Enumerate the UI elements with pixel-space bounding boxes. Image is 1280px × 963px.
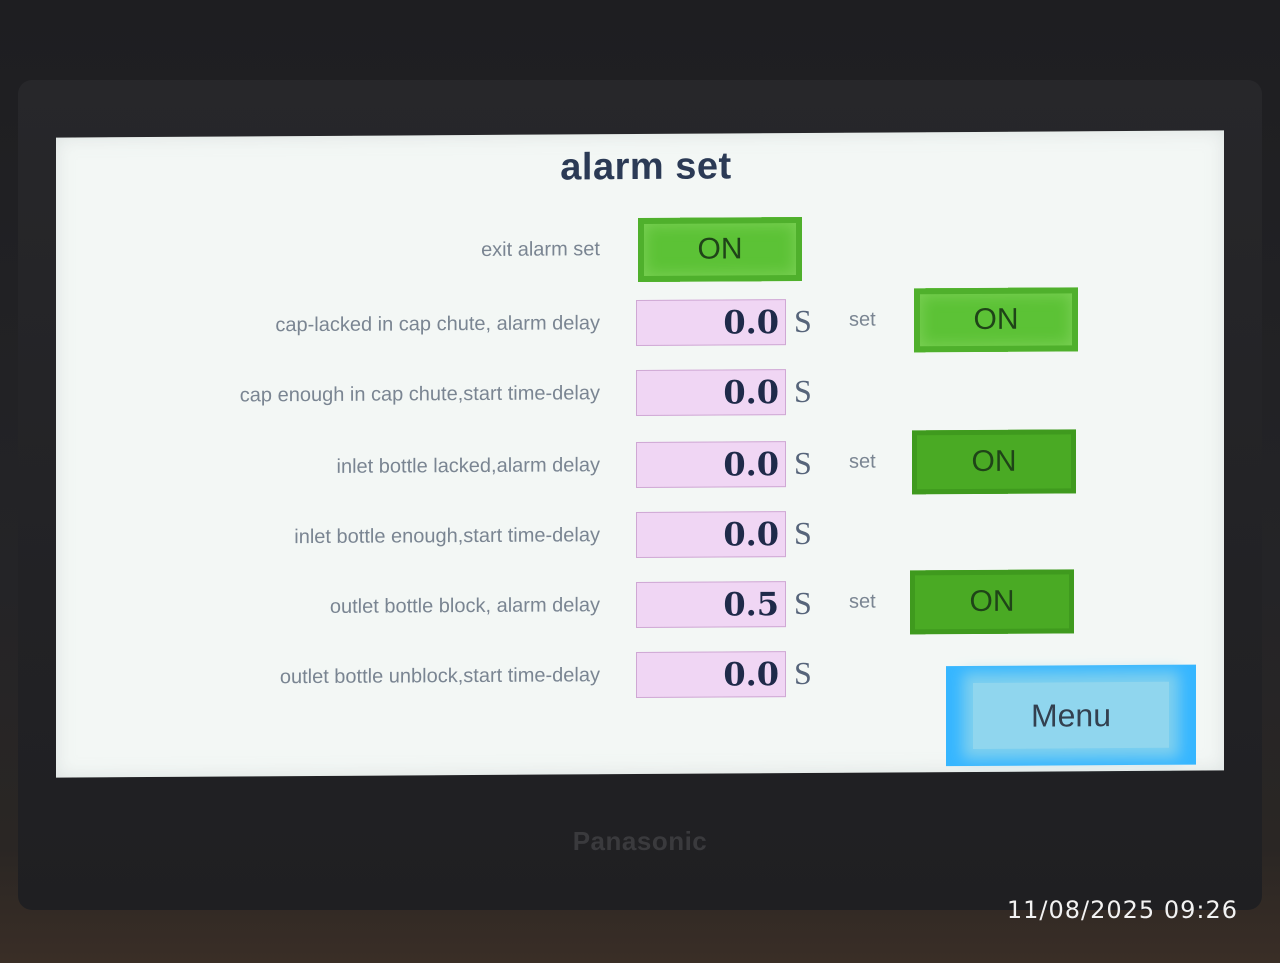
cap-lacked-alarm-toggle-button[interactable]: ON [914, 287, 1078, 353]
outlet-unblock-delay-input[interactable]: 0.0 [636, 651, 786, 699]
cap-enough-delay-input[interactable]: 0.0 [636, 369, 786, 417]
cap-enough-delay-unit: S [794, 372, 812, 410]
cap-lacked-delay-unit: S [794, 302, 812, 340]
outlet-unblock-delay-label: outlet bottle unblock,start time-delay [279, 664, 600, 689]
outlet-block-delay-input[interactable]: 0.5 [636, 581, 786, 629]
inlet-enough-delay-input[interactable]: 0.0 [636, 511, 786, 559]
cap-enough-delay-label: cap enough in cap chute,start time-delay [239, 382, 600, 407]
menu-button-label: Menu [973, 681, 1169, 749]
outlet-block-delay-label: outlet bottle block, alarm delay [329, 594, 600, 618]
exit-alarm-toggle-button[interactable]: ON [638, 217, 802, 283]
inlet-lacked-set-label: set [849, 450, 876, 473]
outlet-block-alarm-toggle-button[interactable]: ON [910, 569, 1074, 635]
cap-lacked-set-label: set [849, 308, 876, 331]
cap-lacked-delay-input[interactable]: 0.0 [636, 299, 786, 347]
photo-timestamp: 11/08/2025 09:26 [1006, 896, 1238, 924]
inlet-lacked-alarm-toggle-button[interactable]: ON [912, 429, 1076, 495]
inlet-enough-delay-label: inlet bottle enough,start time-delay [294, 524, 600, 549]
page-title: alarm set [560, 145, 732, 189]
inlet-lacked-delay-unit: S [794, 444, 812, 482]
outlet-unblock-delay-unit: S [794, 654, 812, 692]
inlet-lacked-delay-label: inlet bottle lacked,alarm delay [336, 454, 600, 478]
device-brand-logo: Panasonic [572, 826, 708, 856]
inlet-enough-delay-unit: S [794, 514, 812, 552]
outlet-block-set-label: set [849, 590, 876, 613]
menu-button[interactable]: Menu [946, 664, 1196, 767]
photo-background: alarm set exit alarm set ON cap-lacked i… [0, 0, 1280, 963]
inlet-lacked-delay-input[interactable]: 0.0 [636, 441, 786, 489]
outlet-block-delay-unit: S [794, 584, 812, 622]
hmi-screen: alarm set exit alarm set ON cap-lacked i… [56, 130, 1224, 778]
exit-alarm-label: exit alarm set [481, 238, 600, 261]
cap-lacked-delay-label: cap-lacked in cap chute, alarm delay [275, 312, 600, 337]
